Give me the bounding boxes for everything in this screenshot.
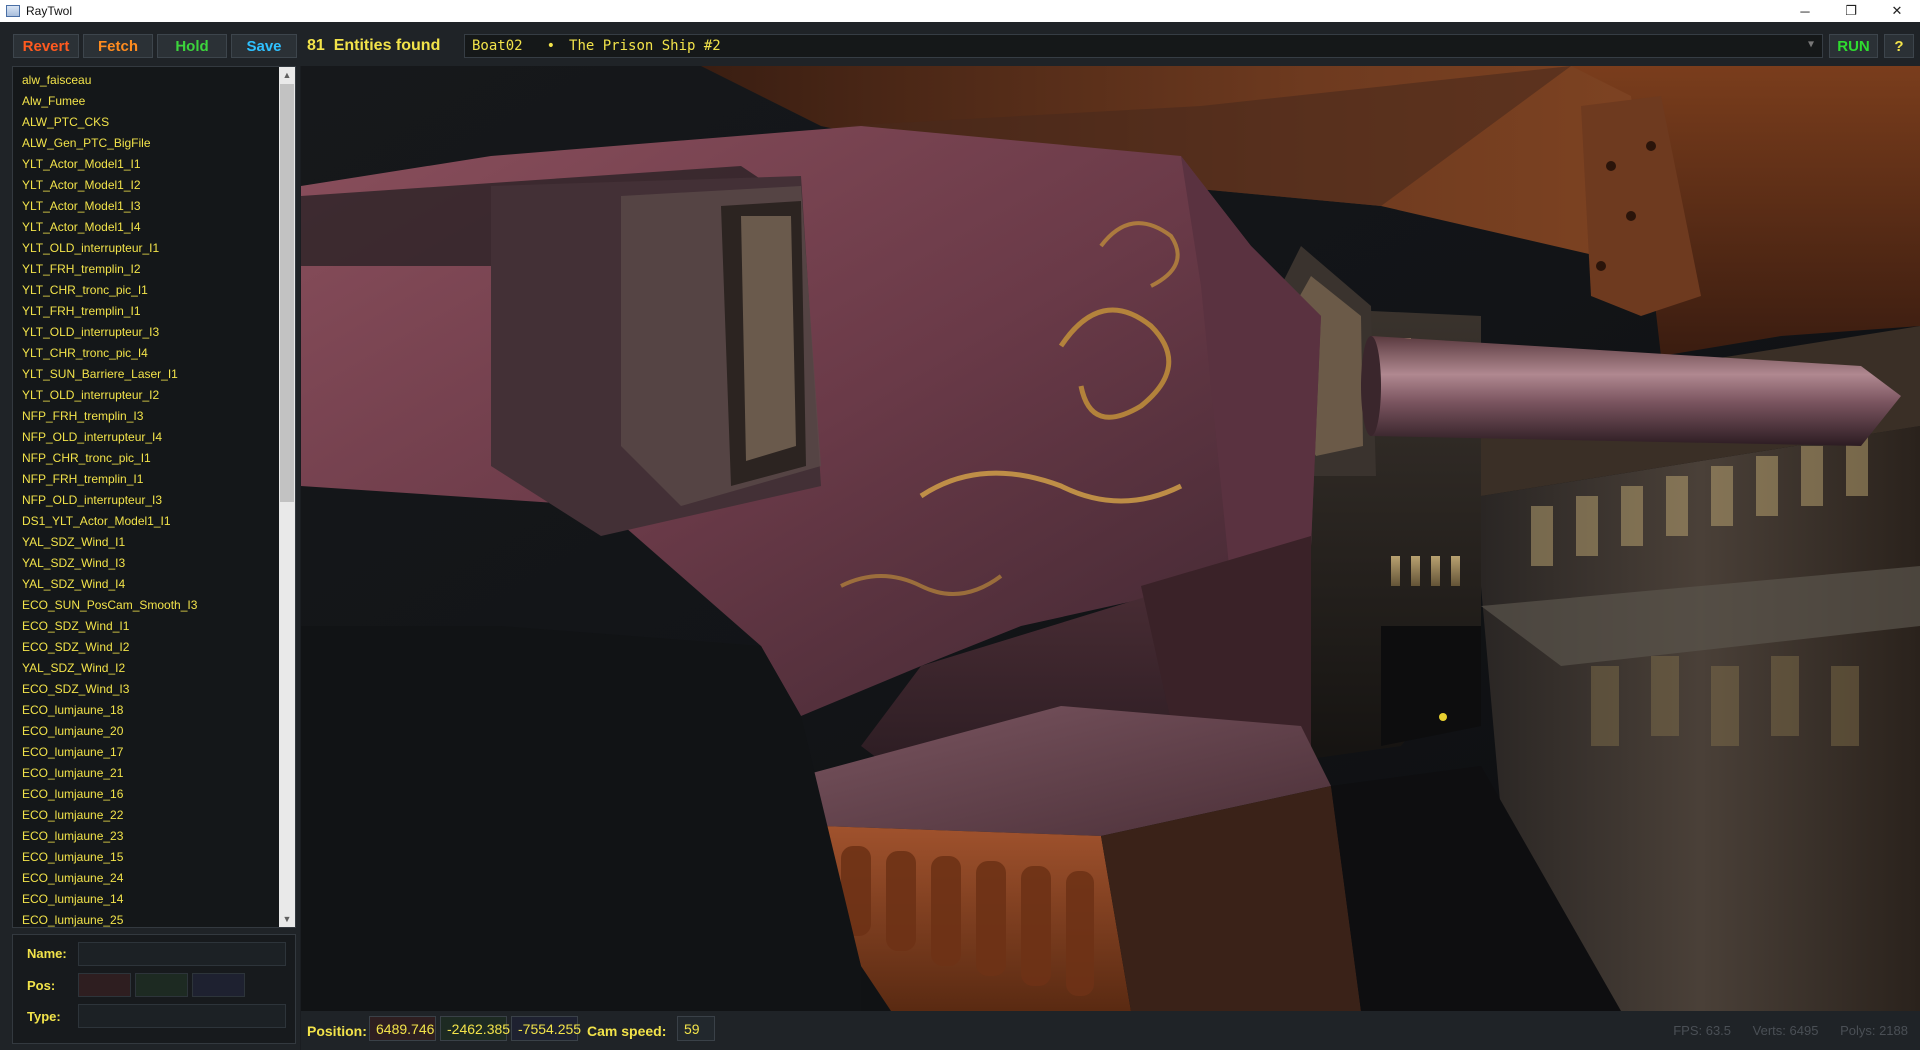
entity-list-item[interactable]: ECO_lumjaune_22 — [13, 805, 295, 826]
app-icon — [6, 5, 20, 17]
entity-list-item[interactable]: YAL_SDZ_Wind_I1 — [13, 532, 295, 553]
3d-viewport[interactable] — [301, 66, 1920, 1011]
window-title: RayTwol — [26, 4, 73, 18]
entity-list: alw_faisceau Alw_Fumee ALW_PTC_CKS ALW_Gen_… — [12, 66, 296, 928]
entity-list-item[interactable]: NFP_OLD_interrupteur_I4 — [13, 427, 295, 448]
entity-list-item[interactable]: Alw_Fumee — [13, 91, 295, 112]
entity-list-item[interactable]: YLT_CHR_tronc_pic_I1 — [13, 280, 295, 301]
level-name: The Prison Ship #2 — [569, 38, 721, 54]
cam-speed-value[interactable]: 59 — [677, 1016, 715, 1041]
entity-list-item[interactable]: YAL_SDZ_Wind_I4 — [13, 574, 295, 595]
entity-list-item[interactable]: ALW_Gen_PTC_BigFile — [13, 133, 295, 154]
entity-list-item[interactable]: ECO_SDZ_Wind_I1 — [13, 616, 295, 637]
entity-list-item[interactable]: YLT_CHR_tronc_pic_I4 — [13, 343, 295, 364]
entity-list-item[interactable]: ECO_lumjaune_17 — [13, 742, 295, 763]
entity-list-item[interactable]: ECO_lumjaune_18 — [13, 700, 295, 721]
position-y-value[interactable]: -2462.385 — [440, 1016, 510, 1041]
pos-z-field[interactable] — [192, 973, 245, 997]
entity-list-item[interactable]: YLT_Actor_Model1_I4 — [13, 217, 295, 238]
type-field[interactable] — [78, 1004, 286, 1028]
entity-list-item[interactable]: DS1_YLT_Actor_Model1_I1 — [13, 511, 295, 532]
entity-properties: Name: Pos: Type: — [12, 934, 296, 1044]
name-field[interactable] — [78, 942, 286, 966]
entity-list-item[interactable]: NFP_FRH_tremplin_I1 — [13, 469, 295, 490]
entity-list-item[interactable]: ECO_lumjaune_15 — [13, 847, 295, 868]
level-separator: • — [546, 38, 556, 54]
entity-list-item[interactable]: NFP_FRH_tremplin_I3 — [13, 406, 295, 427]
hold-button[interactable]: Hold — [157, 34, 227, 58]
entity-list-item[interactable]: YLT_OLD_interrupteur_I2 — [13, 385, 295, 406]
entity-list-item[interactable]: NFP_CHR_tronc_pic_I1 — [13, 448, 295, 469]
save-button[interactable]: Save — [231, 34, 297, 58]
fetch-button[interactable]: Fetch — [83, 34, 153, 58]
close-button[interactable]: ✕ — [1874, 0, 1920, 22]
entity-list-item[interactable]: YLT_Actor_Model1_I1 — [13, 154, 295, 175]
position-label: Position: — [307, 1023, 367, 1039]
status-bar: Position: 6489.746 -2462.385 -7554.255 C… — [301, 1011, 1920, 1050]
name-label: Name: — [27, 946, 67, 961]
minimize-button[interactable]: ─ — [1782, 0, 1828, 22]
level-select[interactable]: Boat02 • The Prison Ship #2 ▼ — [464, 34, 1823, 58]
entity-count-label: 81 Entities found — [307, 37, 440, 55]
left-panel: alw_faisceau Alw_Fumee ALW_PTC_CKS ALW_Gen_… — [0, 66, 300, 1050]
window-title-bar: RayTwol ─ ❐ ✕ — [0, 0, 1920, 22]
entity-list-items: alw_faisceau Alw_Fumee ALW_PTC_CKS ALW_Gen_… — [13, 67, 295, 927]
entity-list-item[interactable]: ECO_lumjaune_21 — [13, 763, 295, 784]
pos-x-field[interactable] — [78, 973, 131, 997]
entity-list-item[interactable]: YLT_OLD_interrupteur_I3 — [13, 322, 295, 343]
entity-list-item[interactable]: ECO_lumjaune_14 — [13, 889, 295, 910]
scroll-up-arrow-icon[interactable]: ▲ — [279, 67, 295, 83]
entity-list-item[interactable]: ECO_lumjaune_25 — [13, 910, 295, 927]
entity-list-item[interactable]: ECO_SDZ_Wind_I3 — [13, 679, 295, 700]
entity-list-scrollbar[interactable]: ▲ ▼ — [279, 67, 295, 927]
entity-list-item[interactable]: ECO_SUN_PosCam_Smooth_I3 — [13, 595, 295, 616]
chevron-down-icon: ▼ — [1807, 39, 1814, 50]
position-z-value[interactable]: -7554.255 — [511, 1016, 581, 1041]
window-controls: ─ ❐ ✕ — [1782, 0, 1920, 22]
entity-list-item[interactable]: YLT_OLD_interrupteur_I1 — [13, 238, 295, 259]
scrollbar-thumb[interactable] — [280, 84, 294, 502]
entity-list-item[interactable]: YAL_SDZ_Wind_I3 — [13, 553, 295, 574]
verts-readout: Verts: 6495 — [1752, 1023, 1819, 1038]
position-x-value[interactable]: 6489.746 — [369, 1016, 436, 1041]
entities-found-text: Entities found — [333, 37, 441, 54]
scene-render — [301, 66, 1920, 1011]
help-button[interactable]: ? — [1884, 34, 1914, 58]
toolbar: Revert Fetch Hold Save 81 Entities found… — [0, 22, 1920, 66]
entity-list-item[interactable]: ECO_lumjaune_16 — [13, 784, 295, 805]
entity-count: 81 — [307, 37, 325, 54]
entity-list-item[interactable]: YAL_SDZ_Wind_I2 — [13, 658, 295, 679]
entity-list-item[interactable]: YLT_Actor_Model1_I3 — [13, 196, 295, 217]
level-code: Boat02 — [472, 38, 523, 54]
render-stats: FPS: 63.5 Verts: 6495 Polys: 2188 — [1655, 1023, 1908, 1038]
run-button[interactable]: RUN — [1829, 34, 1878, 58]
type-label: Type: — [27, 1009, 61, 1024]
entity-list-item[interactable]: YLT_Actor_Model1_I2 — [13, 175, 295, 196]
entity-list-item[interactable]: NFP_OLD_interrupteur_I3 — [13, 490, 295, 511]
fps-readout: FPS: 63.5 — [1673, 1023, 1732, 1038]
entity-list-item[interactable]: YLT_FRH_tremplin_I2 — [13, 259, 295, 280]
revert-button[interactable]: Revert — [13, 34, 79, 58]
maximize-button[interactable]: ❐ — [1828, 0, 1874, 22]
entity-list-item[interactable]: YLT_SUN_Barriere_Laser_I1 — [13, 364, 295, 385]
entity-list-item[interactable]: ALW_PTC_CKS — [13, 112, 295, 133]
entity-list-item[interactable]: ECO_lumjaune_20 — [13, 721, 295, 742]
entity-list-item[interactable]: ECO_lumjaune_23 — [13, 826, 295, 847]
scroll-down-arrow-icon[interactable]: ▼ — [279, 911, 295, 927]
entity-list-item[interactable]: ECO_SDZ_Wind_I2 — [13, 637, 295, 658]
entity-list-item[interactable]: alw_faisceau — [13, 70, 295, 91]
pos-label: Pos: — [27, 978, 56, 993]
entity-list-item[interactable]: ECO_lumjaune_24 — [13, 868, 295, 889]
cam-speed-label: Cam speed: — [587, 1023, 667, 1039]
entity-list-item[interactable]: YLT_FRH_tremplin_I1 — [13, 301, 295, 322]
polys-readout: Polys: 2188 — [1840, 1023, 1908, 1038]
pos-y-field[interactable] — [135, 973, 188, 997]
